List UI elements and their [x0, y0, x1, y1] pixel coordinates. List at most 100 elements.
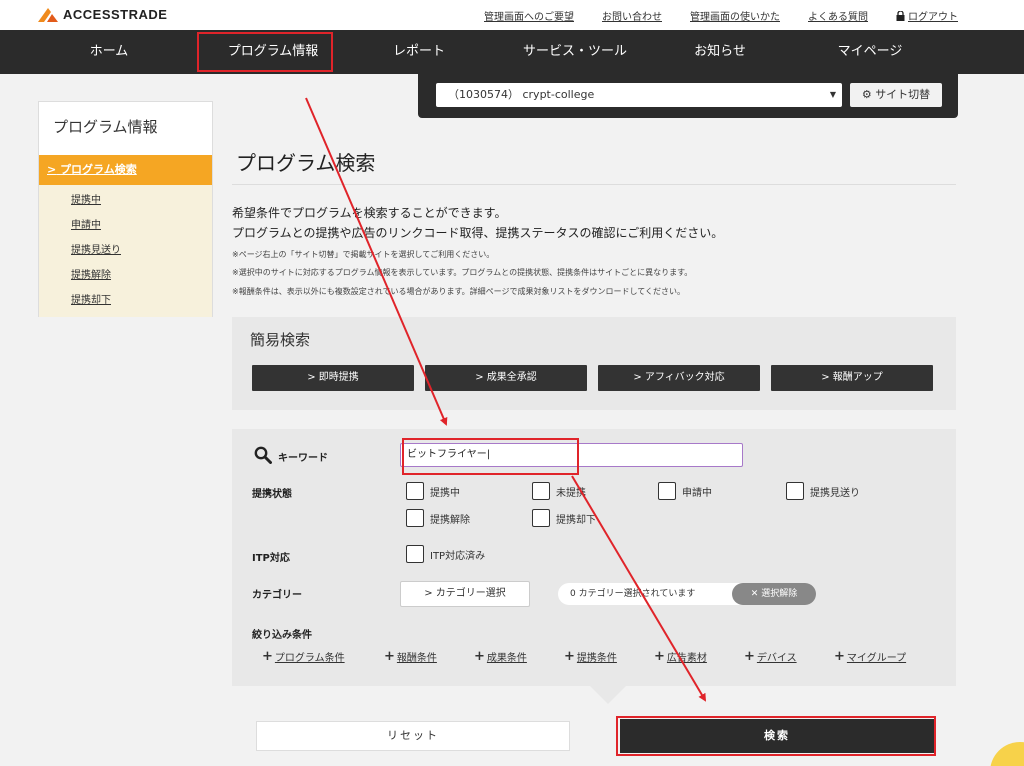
sidebar-item-partnered[interactable]: 提携中 [39, 188, 212, 213]
checkbox-box [406, 509, 424, 527]
filter-ad-material-label: 広告素材 [666, 653, 707, 664]
nav-program-info[interactable]: プログラム情報 [218, 30, 328, 74]
filter-my-group[interactable]: + マイグループ [834, 649, 906, 664]
sidebar-item-applying[interactable]: 申請中 [39, 213, 212, 238]
itp-option-label: ITP対応済み [430, 550, 486, 562]
category-select-button[interactable]: > カテゴリー選択 [400, 581, 530, 607]
description-line-1: 希望条件でプログラムを検索することができます。 [232, 206, 507, 220]
checkbox-box [786, 482, 804, 500]
filter-program-condition[interactable]: + プログラム条件 [262, 649, 345, 664]
chevron-right-icon: > [821, 372, 833, 383]
checkbox-box [658, 482, 676, 500]
nav-news[interactable]: お知らせ [640, 30, 800, 74]
all-approved-label: 成果全承認 [486, 372, 537, 383]
status-cancelled-checkbox[interactable]: 提携解除 [406, 509, 470, 527]
filter-result-condition[interactable]: + 成果条件 [474, 649, 527, 664]
nav-mypage[interactable]: マイページ [800, 30, 940, 74]
nav-services-tools[interactable]: サービス・ツール [510, 30, 640, 74]
logout-link[interactable]: ログアウト [896, 8, 958, 23]
nav-home[interactable]: ホーム [0, 30, 218, 74]
reward-up-button[interactable]: > 報酬アップ [771, 365, 933, 391]
filter-reward-condition[interactable]: + 報酬条件 [384, 649, 437, 664]
header-links: 管理画面へのご要望 お問い合わせ 管理画面の使いかた よくある質問 ログアウト [484, 8, 958, 23]
status-applying-label: 申請中 [682, 487, 712, 499]
filter-program-condition-label: プログラム条件 [274, 653, 345, 664]
feedback-link[interactable]: 管理画面へのご要望 [484, 8, 574, 23]
checkbox-box [406, 545, 424, 563]
search-icon [254, 446, 272, 464]
filter-reward-condition-label: 報酬条件 [396, 653, 437, 664]
gear-icon: ⚙ [861, 88, 872, 101]
sidebar-subitems: 提携中 申請中 提携見送り 提携解除 提携却下 [39, 185, 212, 317]
filter-device[interactable]: + デバイス [744, 649, 797, 664]
checkbox-box [406, 482, 424, 500]
simple-search-panel: 簡易検索 > 即時提携 > 成果全承認 > アフィバック対応 > 報酬アップ [232, 317, 956, 410]
category-clear-button[interactable]: ✕ 選択解除 [732, 583, 816, 605]
plus-icon: + [654, 649, 665, 664]
reset-button[interactable]: リセット [256, 721, 570, 751]
chevron-right-icon: > [47, 163, 57, 176]
nav-report[interactable]: レポート [328, 30, 510, 74]
site-selector-bar: （1030574） crypt-college ▼ ⚙ サイト切替 [418, 74, 958, 118]
affiback-button[interactable]: > アフィバック対応 [598, 365, 760, 391]
filter-my-group-label: マイグループ [846, 653, 907, 664]
checkbox-box [532, 482, 550, 500]
logo-mark-icon [38, 7, 58, 22]
filter-result-condition-label: 成果条件 [486, 653, 527, 664]
detailed-search-panel: キーワード ビットフライヤー| 提携状態 提携中 未提携 申請中 提携見送り 提… [232, 429, 956, 686]
help-widget[interactable] [990, 742, 1024, 766]
faq-link[interactable]: よくある質問 [808, 8, 868, 23]
all-approved-button[interactable]: > 成果全承認 [425, 365, 587, 391]
simple-search-title: 簡易検索 [250, 331, 311, 349]
status-declined-checkbox[interactable]: 提携見送り [786, 482, 860, 500]
instant-partner-label: 即時提携 [318, 372, 359, 383]
plus-icon: + [384, 649, 395, 664]
accesstrade-logo[interactable]: ACCESSTRADE [38, 7, 167, 22]
search-button[interactable]: 検索 [620, 719, 934, 753]
status-rejected-checkbox[interactable]: 提携却下 [532, 509, 596, 527]
site-select-value: （1030574） crypt-college [448, 88, 595, 101]
status-partnered-label: 提携中 [430, 487, 460, 499]
sidebar-item-program-search[interactable]: > プログラム検索 [39, 155, 212, 185]
itp-checkbox[interactable]: ITP対応済み [406, 545, 485, 563]
sidebar: プログラム情報 > プログラム検索 提携中 申請中 提携見送り 提携解除 提携却… [38, 101, 213, 317]
sidebar-item-cancelled[interactable]: 提携解除 [39, 263, 212, 288]
site-switch-label: サイト切替 [875, 88, 931, 101]
note-line-2: ※選択中のサイトに対応するプログラム情報を表示しています。プログラムとの提携状態… [232, 268, 693, 277]
category-label: カテゴリー [252, 590, 302, 601]
sidebar-item-rejected[interactable]: 提携却下 [39, 288, 212, 313]
site-select[interactable]: （1030574） crypt-college ▼ [436, 83, 842, 107]
panel-pointer [590, 686, 626, 704]
status-unpartnered-label: 未提携 [556, 487, 586, 499]
filter-ad-material[interactable]: + 広告素材 [654, 649, 707, 664]
category-button-label: カテゴリー選択 [435, 588, 506, 599]
status-partnered-checkbox[interactable]: 提携中 [406, 482, 460, 500]
checkbox-box [532, 509, 550, 527]
status-unpartnered-checkbox[interactable]: 未提携 [532, 482, 586, 500]
site-switch-button[interactable]: ⚙ サイト切替 [850, 83, 942, 107]
contact-link[interactable]: お問い合わせ [602, 8, 662, 23]
chevron-right-icon: > [424, 588, 436, 599]
note-line-3: ※報酬条件は、表示以外にも複数設定されている場合があります。詳細ページで成果対象… [232, 287, 686, 296]
main-nav: ホーム プログラム情報 レポート サービス・ツール お知らせ マイページ [0, 30, 1024, 74]
sidebar-item-declined[interactable]: 提携見送り [39, 238, 212, 263]
plus-icon: + [834, 649, 845, 664]
title-divider [232, 184, 956, 185]
status-declined-label: 提携見送り [810, 487, 860, 499]
filter-partner-condition[interactable]: + 提携条件 [564, 649, 617, 664]
plus-icon: + [474, 649, 485, 664]
instant-partner-button[interactable]: > 即時提携 [252, 365, 414, 391]
top-bar: ACCESSTRADE 管理画面へのご要望 お問い合わせ 管理画面の使いかた よ… [0, 0, 1024, 30]
status-rejected-label: 提携却下 [556, 514, 596, 526]
itp-label: ITP対応 [252, 553, 290, 564]
filter-label: 絞り込み条件 [252, 630, 312, 641]
keyword-input[interactable]: ビットフライヤー| [400, 443, 743, 467]
category-clear-label: 選択解除 [761, 589, 798, 599]
status-applying-checkbox[interactable]: 申請中 [658, 482, 712, 500]
filter-device-label: デバイス [756, 653, 797, 664]
usage-guide-link[interactable]: 管理画面の使いかた [690, 8, 780, 23]
sidebar-active-label: プログラム検索 [60, 163, 137, 176]
logout-label: ログアウト [908, 12, 958, 23]
reward-up-label: 報酬アップ [832, 372, 883, 383]
plus-icon: + [744, 649, 755, 664]
